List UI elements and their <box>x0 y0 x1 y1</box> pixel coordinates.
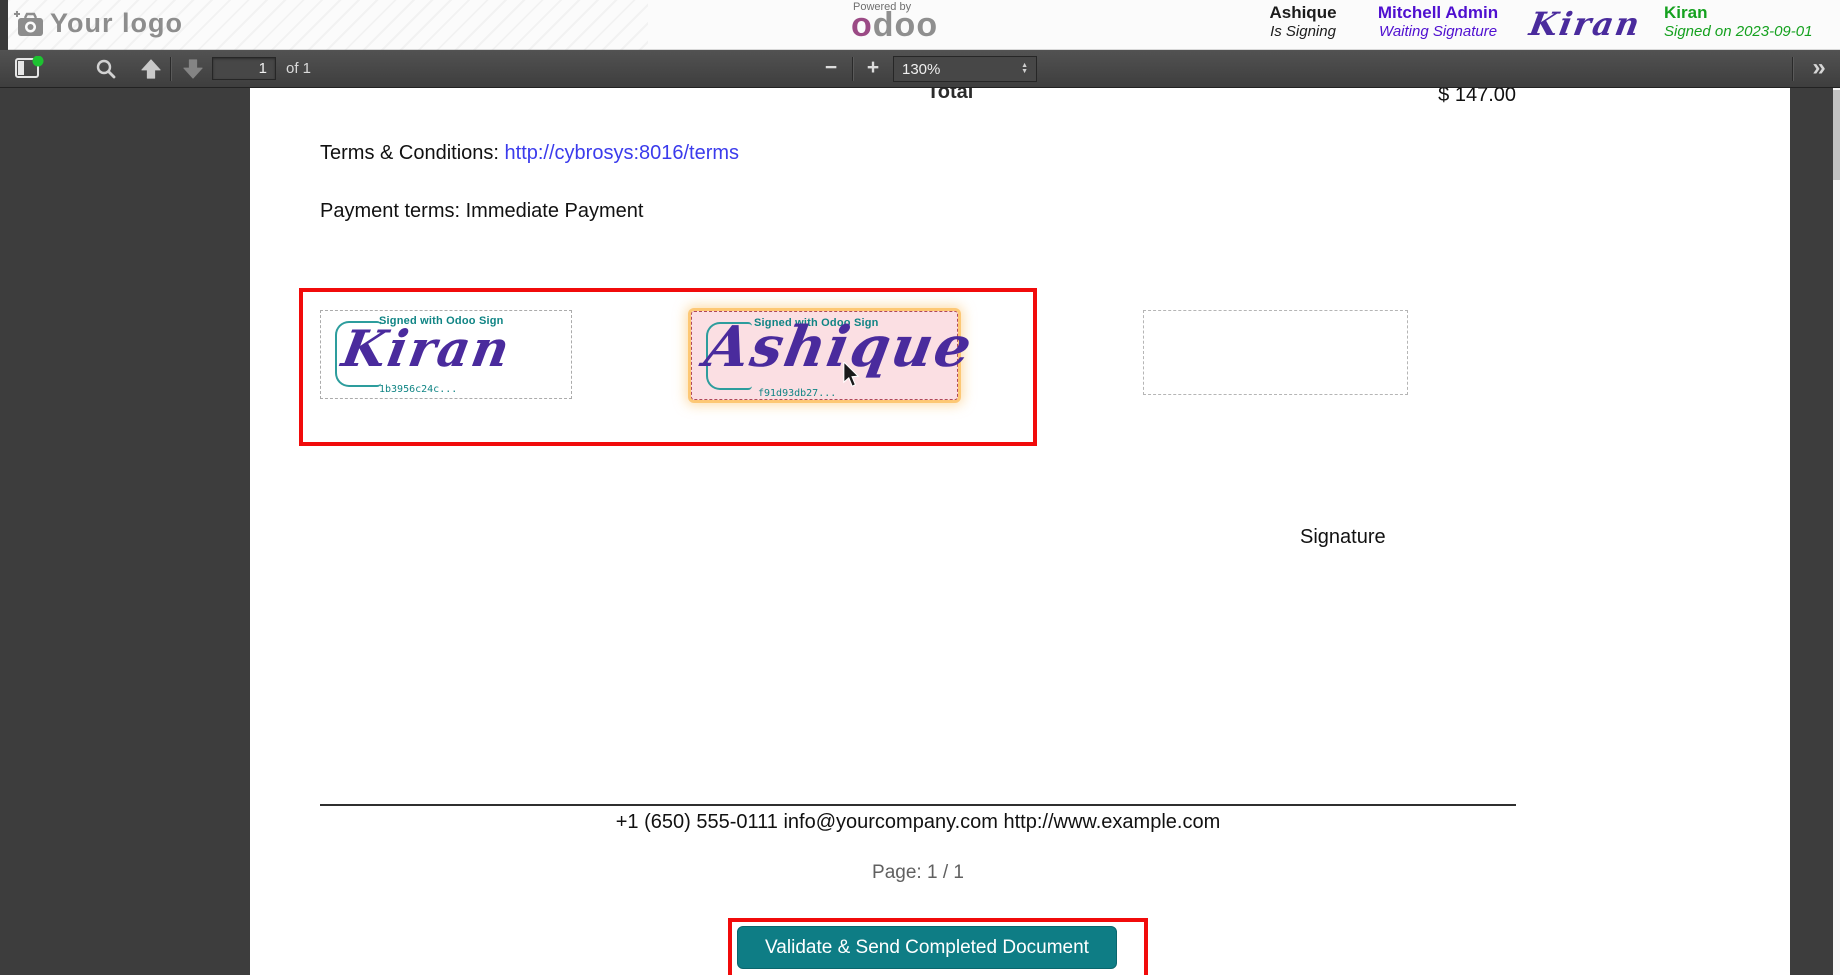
previous-page-button[interactable] <box>136 57 166 81</box>
toolbar-separator <box>170 57 171 81</box>
payment-terms-line: Payment terms: Immediate Payment <box>320 200 644 222</box>
page-indicator: Page: 1 / 1 <box>872 862 964 883</box>
zoom-out-icon: − <box>824 56 838 79</box>
signer-name: Mitchell Admin <box>1377 3 1499 22</box>
signature-field-ashique[interactable]: Signed with Odoo Sign Ashique f91d93db27… <box>691 311 978 400</box>
page-count-label: of 1 <box>286 60 312 77</box>
signature-hash: 1b3956c24c... <box>379 384 458 395</box>
signature-label: Signature <box>1300 526 1386 548</box>
next-page-button[interactable] <box>178 57 208 81</box>
signature-script-kiran: Kiran <box>337 319 516 378</box>
signer-name: Ashique <box>1269 3 1337 22</box>
odoo-logo-first-letter: o <box>851 6 873 44</box>
search-button[interactable] <box>92 57 120 81</box>
signature-field-empty[interactable] <box>1143 310 1408 395</box>
zoom-select-arrows-icon: ▲ ▼ <box>1021 62 1028 75</box>
validate-send-button[interactable]: Validate & Send Completed Document <box>737 926 1117 969</box>
footer-contact: +1 (650) 555-0111 info@yourcompany.com h… <box>615 811 1221 833</box>
expand-toolbar-icon: » <box>1812 54 1826 81</box>
terms-link[interactable]: http://cybrosys:8016/terms <box>505 142 740 164</box>
zoom-out-button[interactable]: − <box>818 54 844 82</box>
terms-line: Terms & Conditions: http://cybrosys:8016… <box>320 142 739 165</box>
page-number-input[interactable] <box>212 57 276 80</box>
signature-script-ashique: Ashique <box>700 314 979 380</box>
signer-status-text: Is Signing <box>1270 23 1336 41</box>
notification-dot <box>32 56 44 67</box>
signer-name: Kiran <box>1664 3 1708 22</box>
toolbar-separator <box>852 57 853 81</box>
pdf-viewer-area: Total $ 147.00 Terms & Conditions: http:… <box>0 88 1840 975</box>
terms-label: Terms & Conditions: <box>320 142 505 164</box>
odoo-logo-rest: doo <box>872 6 939 44</box>
header-signature-script: Kiran <box>1526 5 1645 43</box>
zoom-in-button[interactable]: + <box>860 54 886 82</box>
sidebar-toggle-icon <box>15 56 44 78</box>
toolbar-separator <box>1792 57 1793 81</box>
vertical-scrollbar[interactable] <box>1833 88 1840 975</box>
signer-status-ashique: Ashique Is Signing <box>1248 3 1358 41</box>
zoom-level-select[interactable]: 130% ▲ ▼ <box>893 56 1037 82</box>
sidebar-toggle-button[interactable] <box>12 55 46 83</box>
top-bar: Your logo Powered by odoo Ashique Is Sig… <box>0 0 1840 50</box>
signer-status-mitchell: Mitchell Admin Waiting Signature <box>1358 3 1518 41</box>
signer-status-text: Waiting Signature <box>1378 23 1498 41</box>
cursor-icon <box>843 362 860 387</box>
total-value: $ 147.00 <box>1438 88 1516 106</box>
window-edge-strip <box>0 0 8 50</box>
page-down-icon <box>183 59 203 79</box>
zoom-in-icon: + <box>866 56 880 79</box>
camera-icon <box>14 11 43 36</box>
scrollbar-thumb[interactable] <box>1833 90 1840 180</box>
signer-status-kiran: Kiran Signed on 2023-09-01 <box>1664 3 1840 41</box>
pdf-page: Total $ 147.00 Terms & Conditions: http:… <box>250 88 1790 975</box>
search-icon <box>96 59 116 79</box>
company-logo-text: Your logo <box>50 8 183 38</box>
page-up-icon <box>141 59 161 79</box>
signature-field-kiran[interactable]: Signed with Odoo Sign Kiran 1b3956c24c..… <box>320 310 572 399</box>
total-label: Total <box>927 88 974 103</box>
zoom-level-value: 130% <box>902 60 941 78</box>
footer-divider <box>320 804 1516 806</box>
signer-status-text: Signed on 2023-09-01 <box>1664 23 1813 41</box>
pdf-toolbar: of 1 − + 130% ▲▼ » <box>0 50 1840 88</box>
odoo-logo: odoo <box>851 6 938 45</box>
signature-hash: f91d93db27... <box>758 388 837 399</box>
expand-toolbar-button[interactable]: » <box>1804 53 1834 83</box>
